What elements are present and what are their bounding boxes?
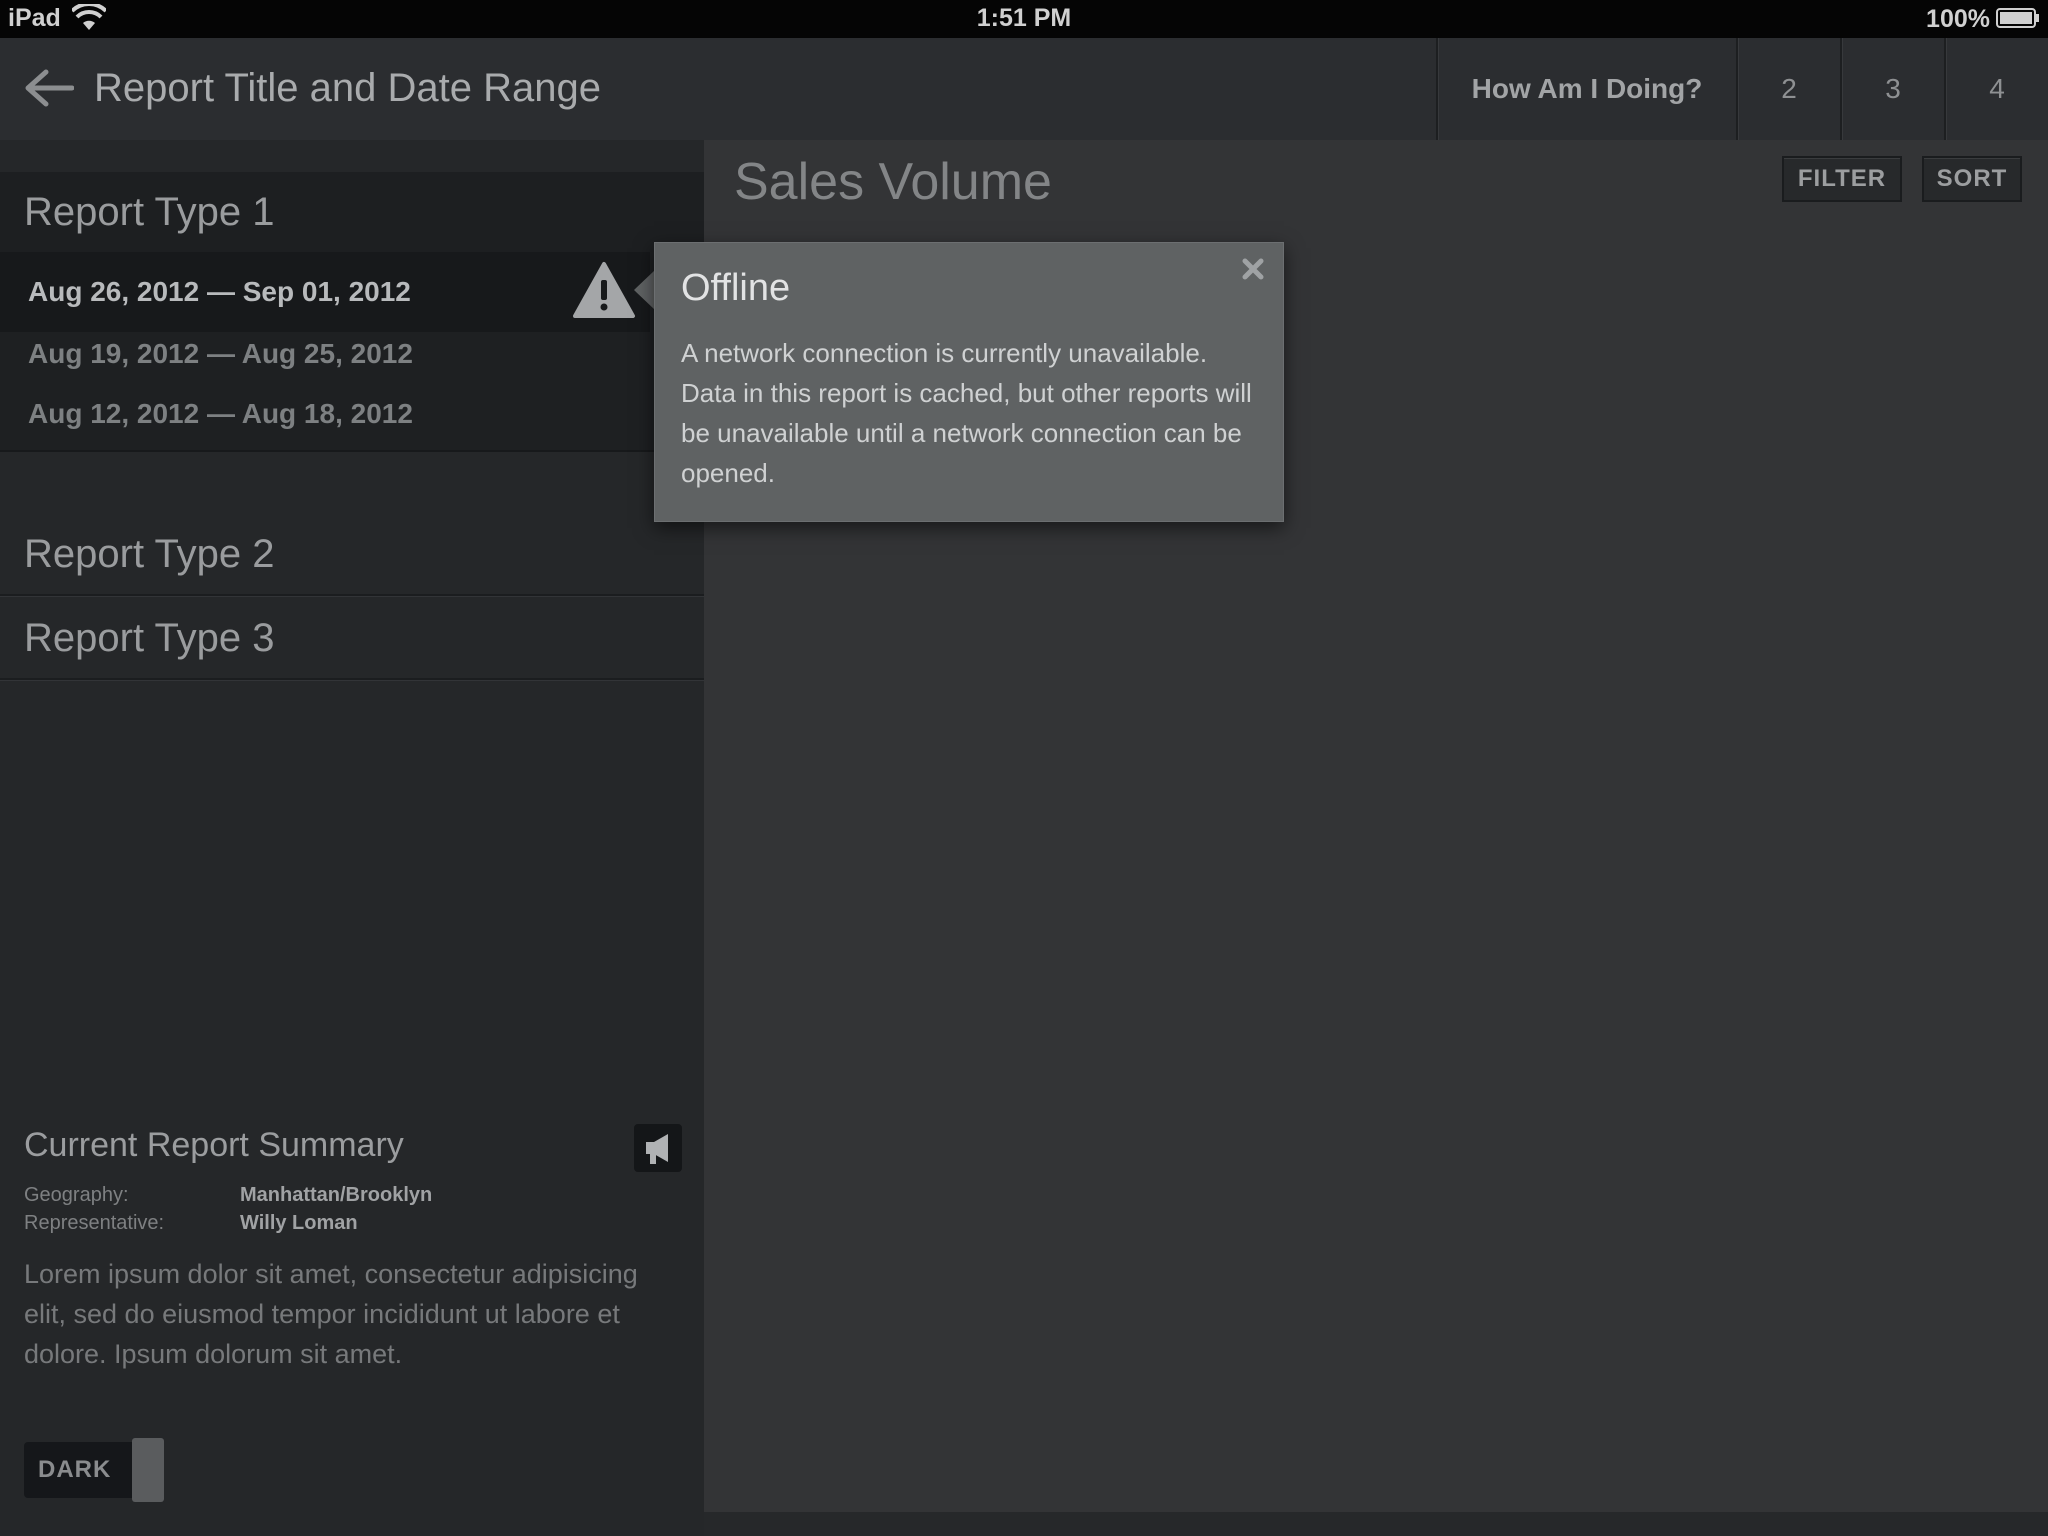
arrow-left-icon[interactable] bbox=[22, 68, 74, 108]
offline-popover: Offline A network connection is currentl… bbox=[654, 242, 1284, 522]
summary-label: Representative: bbox=[24, 1212, 165, 1234]
summary-value: Manhattan/Brooklyn bbox=[240, 1184, 433, 1206]
summary-row-representative: Representative: Willy Loman bbox=[24, 1212, 358, 1235]
summary-title: Current Report Summary bbox=[24, 1126, 404, 1164]
page-title: Report Title and Date Range bbox=[94, 66, 601, 110]
sort-button[interactable]: SORT bbox=[1922, 156, 2022, 202]
date-range-item[interactable]: Aug 12, 2012 — Aug 18, 2012 bbox=[0, 374, 650, 454]
megaphone-button[interactable] bbox=[634, 1124, 682, 1172]
summary-value: Willy Loman bbox=[240, 1212, 358, 1234]
popover-arrow bbox=[634, 270, 655, 310]
warning-icon[interactable] bbox=[572, 260, 636, 320]
sidebar-section-report-type-3[interactable]: Report Type 3 bbox=[0, 596, 704, 680]
tab-how-am-i-doing[interactable]: How Am I Doing? bbox=[1436, 38, 1736, 140]
date-range-list: Aug 26, 2012 — Sep 01, 2012 Aug 19, 2012… bbox=[0, 252, 704, 452]
summary-description: Lorem ipsum dolor sit amet, consectetur … bbox=[24, 1259, 638, 1369]
toggle-knob[interactable] bbox=[132, 1438, 164, 1502]
summary-label: Geography: bbox=[24, 1184, 129, 1206]
popover-message: A network connection is currently unavai… bbox=[681, 338, 1252, 488]
filter-button[interactable]: FILTER bbox=[1782, 156, 1902, 202]
megaphone-icon bbox=[646, 1134, 668, 1164]
header-tabs: How Am I Doing? 2 3 4 bbox=[1436, 38, 2048, 140]
sidebar-section-report-type-2[interactable]: Report Type 2 bbox=[0, 512, 704, 596]
sidebar: Report Type 1 Aug 26, 2012 — Sep 01, 201… bbox=[0, 140, 704, 1536]
dark-mode-toggle[interactable]: DARK bbox=[24, 1438, 164, 1502]
date-range-label: Aug 12, 2012 — Aug 18, 2012 bbox=[28, 398, 413, 429]
tab-2[interactable]: 2 bbox=[1736, 38, 1840, 140]
date-range-label: Aug 26, 2012 — Sep 01, 2012 bbox=[28, 276, 411, 307]
battery-percent: 100% bbox=[1926, 5, 1990, 33]
status-time: 1:51 PM bbox=[976, 4, 1072, 32]
panel-title: Sales Volume bbox=[734, 153, 1052, 211]
toggle-label: DARK bbox=[38, 1456, 112, 1483]
close-icon[interactable] bbox=[1239, 255, 1267, 283]
tab-4[interactable]: 4 bbox=[1944, 38, 2048, 140]
popover-title: Offline bbox=[681, 267, 791, 309]
sidebar-section-report-type-1[interactable]: Report Type 1 bbox=[0, 172, 704, 252]
summary-row-geography: Geography: Manhattan/Brooklyn bbox=[24, 1184, 432, 1207]
battery-icon bbox=[1996, 8, 2039, 28]
tab-3[interactable]: 3 bbox=[1840, 38, 1944, 140]
status-bar: iPad 1:51 PM 100% bbox=[0, 0, 2048, 38]
header-bar: Report Title and Date Range How Am I Doi… bbox=[0, 38, 2048, 140]
date-range-label: Aug 19, 2012 — Aug 25, 2012 bbox=[28, 338, 413, 369]
